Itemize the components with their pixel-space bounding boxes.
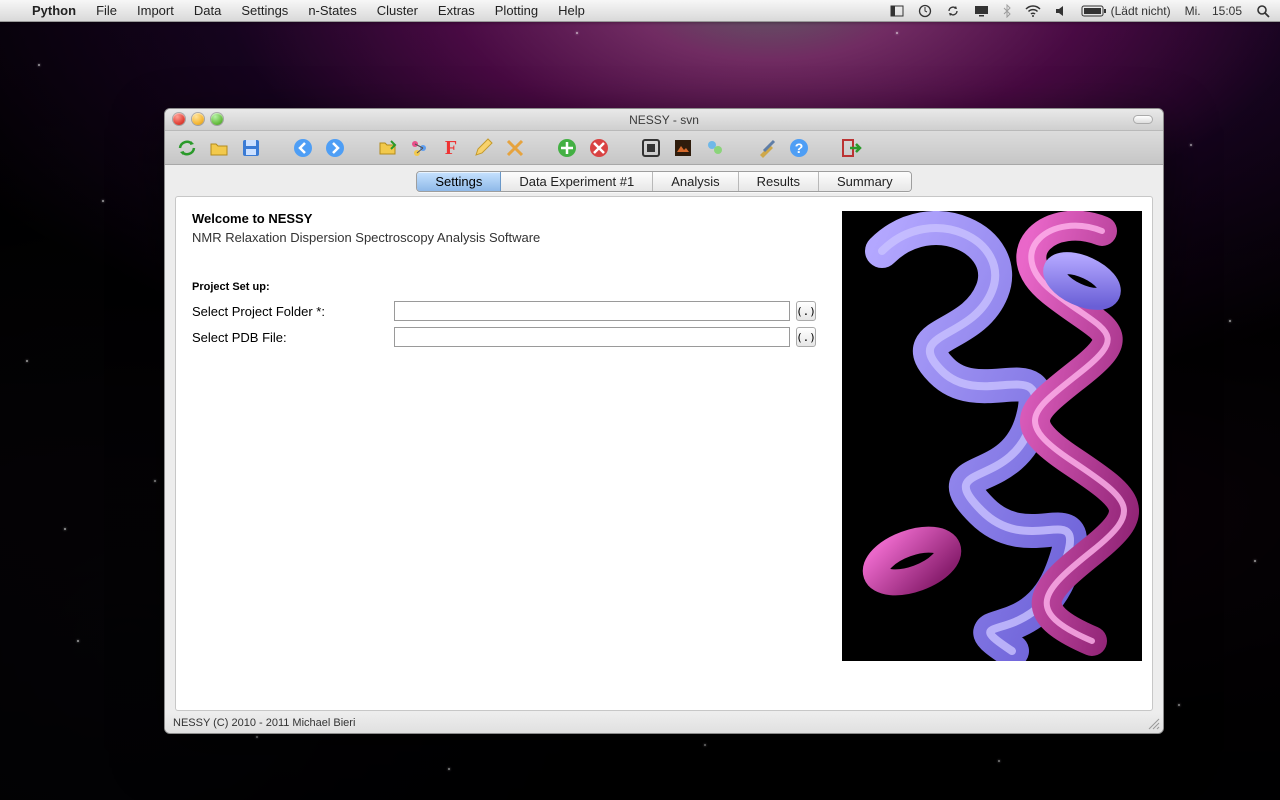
- image-icon[interactable]: [671, 136, 695, 160]
- macos-menubar: Python File Import Data Settings n-State…: [0, 0, 1280, 22]
- protein-ribbon-image: [842, 211, 1142, 661]
- menu-import[interactable]: Import: [127, 3, 184, 18]
- display-icon[interactable]: [974, 5, 989, 17]
- tab-summary[interactable]: Summary: [818, 172, 911, 191]
- menu-cluster[interactable]: Cluster: [367, 3, 428, 18]
- tab-row: Settings Data Experiment #1 Analysis Res…: [165, 165, 1163, 192]
- menu-nstates[interactable]: n-States: [298, 3, 366, 18]
- tab-settings[interactable]: Settings: [417, 172, 501, 191]
- project-folder-input[interactable]: [394, 301, 790, 321]
- status-bar: NESSY (C) 2010 - 2011 Michael Bieri: [165, 713, 1163, 733]
- nessy-window: NESSY - svn F ? Settings Data Experiment…: [164, 108, 1164, 734]
- app-menu[interactable]: Python: [22, 3, 86, 18]
- forward-icon[interactable]: [323, 136, 347, 160]
- svg-text:?: ?: [795, 140, 804, 156]
- pdb-file-browse-button[interactable]: (.): [796, 327, 816, 347]
- window-close-button[interactable]: [173, 113, 185, 125]
- window-minimize-button[interactable]: [192, 113, 204, 125]
- open-folder-icon[interactable]: [207, 136, 231, 160]
- model-icon[interactable]: [407, 136, 431, 160]
- export-icon[interactable]: [375, 136, 399, 160]
- sync-icon[interactable]: [946, 4, 960, 18]
- add-icon[interactable]: [555, 136, 579, 160]
- volume-icon[interactable]: [1055, 5, 1067, 17]
- menu-settings[interactable]: Settings: [231, 3, 298, 18]
- menu-plotting[interactable]: Plotting: [485, 3, 548, 18]
- menu-data[interactable]: Data: [184, 3, 231, 18]
- project-folder-browse-button[interactable]: (.): [796, 301, 816, 321]
- clock[interactable]: Mi. 15:05: [1185, 4, 1242, 18]
- window-resize-grip[interactable]: [1147, 717, 1161, 731]
- wifi-icon[interactable]: [1025, 5, 1041, 17]
- sidebar-toggle-icon[interactable]: [890, 5, 904, 17]
- tab-data-experiment-1[interactable]: Data Experiment #1: [501, 172, 652, 191]
- settings-panel: Welcome to NESSY NMR Relaxation Dispersi…: [175, 196, 1153, 711]
- window-title: NESSY - svn: [629, 113, 699, 127]
- spotlight-icon[interactable]: [1256, 4, 1270, 18]
- tab-analysis[interactable]: Analysis: [652, 172, 737, 191]
- menu-help[interactable]: Help: [548, 3, 595, 18]
- quit-icon[interactable]: [839, 136, 863, 160]
- status-text: NESSY (C) 2010 - 2011 Michael Bieri: [173, 717, 355, 729]
- help-icon[interactable]: ?: [787, 136, 811, 160]
- menu-extras[interactable]: Extras: [428, 3, 485, 18]
- menu-file[interactable]: File: [86, 3, 127, 18]
- battery-status[interactable]: (Lädt nicht): [1081, 4, 1171, 18]
- window-titlebar[interactable]: NESSY - svn: [165, 109, 1163, 131]
- back-icon[interactable]: [291, 136, 315, 160]
- delete-x-icon[interactable]: [503, 136, 527, 160]
- settings-tools-icon[interactable]: [755, 136, 779, 160]
- pymol-icon[interactable]: [703, 136, 727, 160]
- tab-results[interactable]: Results: [738, 172, 818, 191]
- stop-icon[interactable]: [639, 136, 663, 160]
- save-icon[interactable]: [239, 136, 263, 160]
- window-zoom-button[interactable]: [211, 113, 223, 125]
- refresh-icon[interactable]: [175, 136, 199, 160]
- edit-icon[interactable]: [471, 136, 495, 160]
- function-f-icon[interactable]: F: [439, 136, 463, 160]
- remove-icon[interactable]: [587, 136, 611, 160]
- battery-status-label: (Lädt nicht): [1111, 4, 1171, 18]
- pdb-file-label: Select PDB File:: [192, 330, 388, 345]
- bluetooth-icon[interactable]: [1003, 4, 1011, 18]
- pdb-file-input[interactable]: [394, 327, 790, 347]
- window-proxy-icon: [1133, 115, 1153, 124]
- toolbar: F ?: [165, 131, 1163, 165]
- timemachine-icon[interactable]: [918, 4, 932, 18]
- project-folder-label: Select Project Folder *:: [192, 304, 388, 319]
